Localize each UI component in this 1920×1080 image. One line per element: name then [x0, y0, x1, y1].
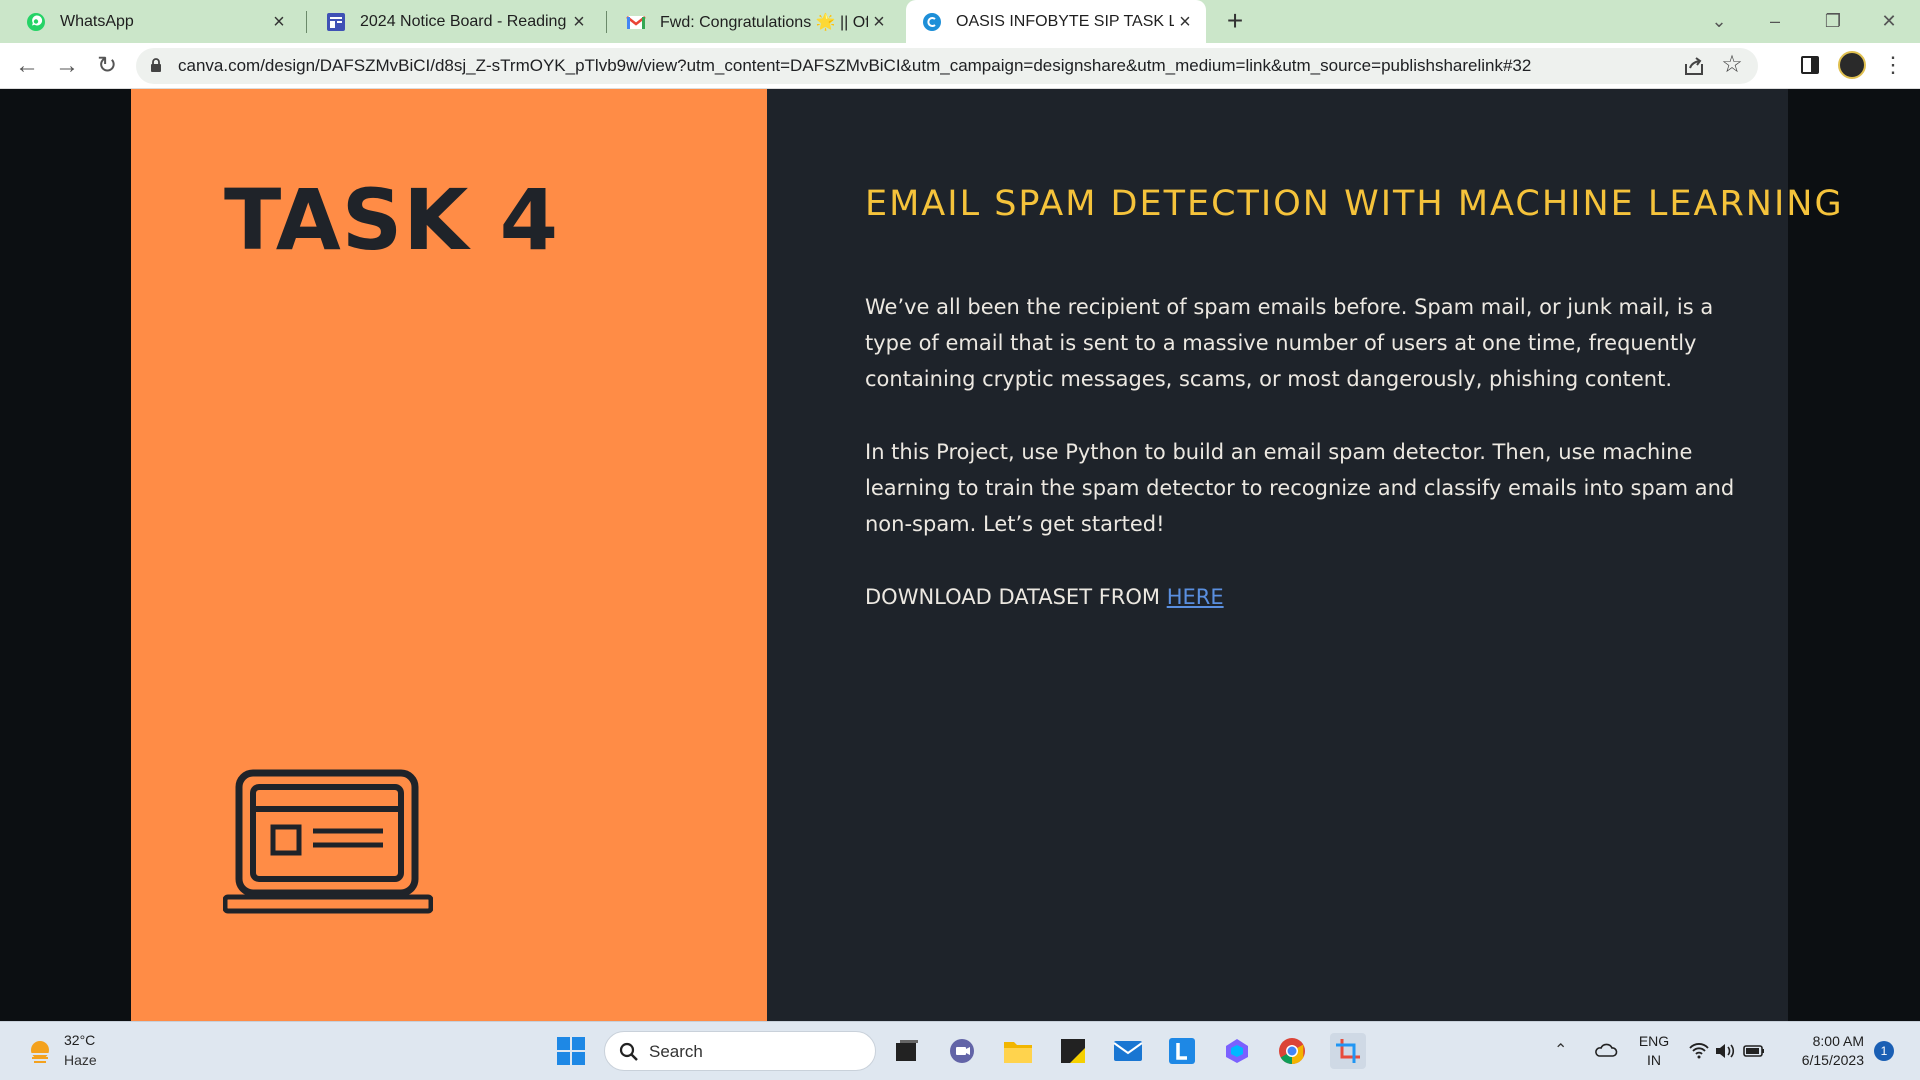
canva-viewer: TASK 4 EMAIL SPAM DETECTION WITH MACHINE… — [0, 89, 1920, 1021]
weather-haze-icon[interactable] — [26, 1038, 54, 1066]
windows-start-icon[interactable] — [556, 1036, 586, 1066]
taskbar-search[interactable]: Search — [604, 1031, 876, 1071]
tab-canva[interactable]: OASIS INFOBYTE SIP TASK LIST × — [906, 0, 1206, 43]
task-heading: EMAIL SPAM DETECTION WITH MACHINE LEARNI… — [865, 184, 1844, 224]
weather-temperature[interactable]: 32°C — [64, 1032, 95, 1048]
weather-condition[interactable]: Haze — [64, 1052, 97, 1068]
profile-avatar[interactable] — [1838, 51, 1866, 79]
tab-whatsapp[interactable]: WhatsApp × — [0, 0, 300, 43]
task-title: TASK 4 — [224, 171, 560, 269]
onedrive-cloud-icon[interactable] — [1594, 1040, 1618, 1060]
download-label: DOWNLOAD DATASET FROM — [865, 585, 1167, 609]
tab-strip: WhatsApp × 2024 Notice Board - Reading C… — [0, 0, 1920, 43]
canva-icon — [923, 12, 941, 31]
tab-search-icon[interactable]: ⌄ — [1702, 6, 1736, 36]
restore-icon[interactable]: ❐ — [1816, 6, 1850, 36]
date-text: 6/15/2023 — [1801, 1052, 1864, 1068]
gmail-icon — [626, 15, 646, 29]
slide-right-panel: EMAIL SPAM DETECTION WITH MACHINE LEARNI… — [767, 89, 1842, 1021]
tab-title: WhatsApp — [60, 12, 134, 30]
notification-badge[interactable]: 1 — [1874, 1041, 1894, 1061]
new-tab-button[interactable]: + — [1220, 7, 1250, 37]
lock-icon — [151, 58, 161, 72]
download-dataset-line: DOWNLOAD DATASET FROM HERE — [865, 579, 1224, 615]
bookmark-star-icon[interactable]: ☆ — [1718, 51, 1746, 79]
dataset-link[interactable]: HERE — [1167, 585, 1224, 609]
description-paragraph-1: We’ve all been the recipient of spam ema… — [865, 295, 1714, 391]
description-paragraph-2: In this Project, use Python to build an … — [865, 440, 1735, 536]
address-bar[interactable]: canva.com/design/DAFSZMvBiCI/d8sj_Z-sTrm… — [136, 48, 1758, 84]
share-icon[interactable] — [1682, 54, 1706, 78]
show-hidden-icons[interactable]: ⌃ — [1554, 1040, 1567, 1060]
back-icon[interactable]: ← — [12, 51, 42, 81]
copilot-icon[interactable] — [1219, 1033, 1255, 1069]
region-code: IN — [1647, 1052, 1661, 1068]
chrome-icon[interactable] — [1274, 1033, 1310, 1069]
time-text: 8:00 AM — [1812, 1033, 1864, 1049]
tab-notice-board[interactable]: 2024 Notice Board - Reading Cor × — [300, 0, 600, 43]
side-panel-icon[interactable] — [1800, 55, 1820, 75]
search-icon — [619, 1042, 638, 1061]
browser-toolbar: ← → ↻ canva.com/design/DAFSZMvBiCI/d8sj_… — [0, 43, 1920, 89]
forward-icon[interactable]: → — [52, 51, 82, 81]
tab-title: Fwd: Congratulations 🌟 || Offer l — [660, 13, 868, 31]
slide-left-panel: TASK 4 — [131, 89, 767, 1021]
minimize-icon[interactable]: – — [1758, 6, 1792, 36]
laptop-icon — [223, 769, 433, 914]
search-label: Search — [649, 1042, 703, 1061]
close-tab-icon[interactable]: × — [268, 11, 290, 33]
input-language[interactable]: ENG IN — [1636, 1032, 1672, 1070]
snipping-tool-icon[interactable] — [1330, 1033, 1366, 1069]
network-sound-battery-icons[interactable] — [1688, 1040, 1768, 1062]
teams-chat-icon[interactable] — [944, 1033, 980, 1069]
reload-icon[interactable]: ↻ — [92, 51, 122, 81]
notice-board-icon — [327, 12, 345, 31]
language-code: ENG — [1638, 1033, 1670, 1049]
close-tab-icon[interactable]: × — [568, 11, 590, 33]
close-tab-icon[interactable]: × — [1174, 11, 1196, 33]
whatsapp-icon — [27, 12, 45, 31]
url-text[interactable]: canva.com/design/DAFSZMvBiCI/d8sj_Z-sTrm… — [178, 48, 1678, 84]
mail-icon[interactable] — [1110, 1033, 1146, 1069]
tab-title: 2024 Notice Board - Reading Cor — [360, 12, 568, 30]
close-tab-icon[interactable]: × — [868, 11, 890, 33]
file-explorer-icon[interactable] — [1000, 1033, 1036, 1069]
tab-title: OASIS INFOBYTE SIP TASK LIST — [956, 12, 1174, 30]
close-window-icon[interactable]: ✕ — [1872, 6, 1906, 36]
tab-gmail[interactable]: Fwd: Congratulations 🌟 || Offer l × — [600, 0, 900, 43]
task-view-icon[interactable] — [888, 1033, 924, 1069]
clock[interactable]: 8:00 AM 6/15/2023 — [1788, 1032, 1864, 1070]
l-app-icon[interactable] — [1164, 1033, 1200, 1069]
sticky-notes-icon[interactable] — [1055, 1033, 1091, 1069]
windows-taskbar: 32°C Haze Search ⌃ ENG IN 8:00 AM 6/15/2… — [0, 1021, 1920, 1080]
menu-kebab-icon[interactable]: ⋮ — [1882, 50, 1904, 80]
